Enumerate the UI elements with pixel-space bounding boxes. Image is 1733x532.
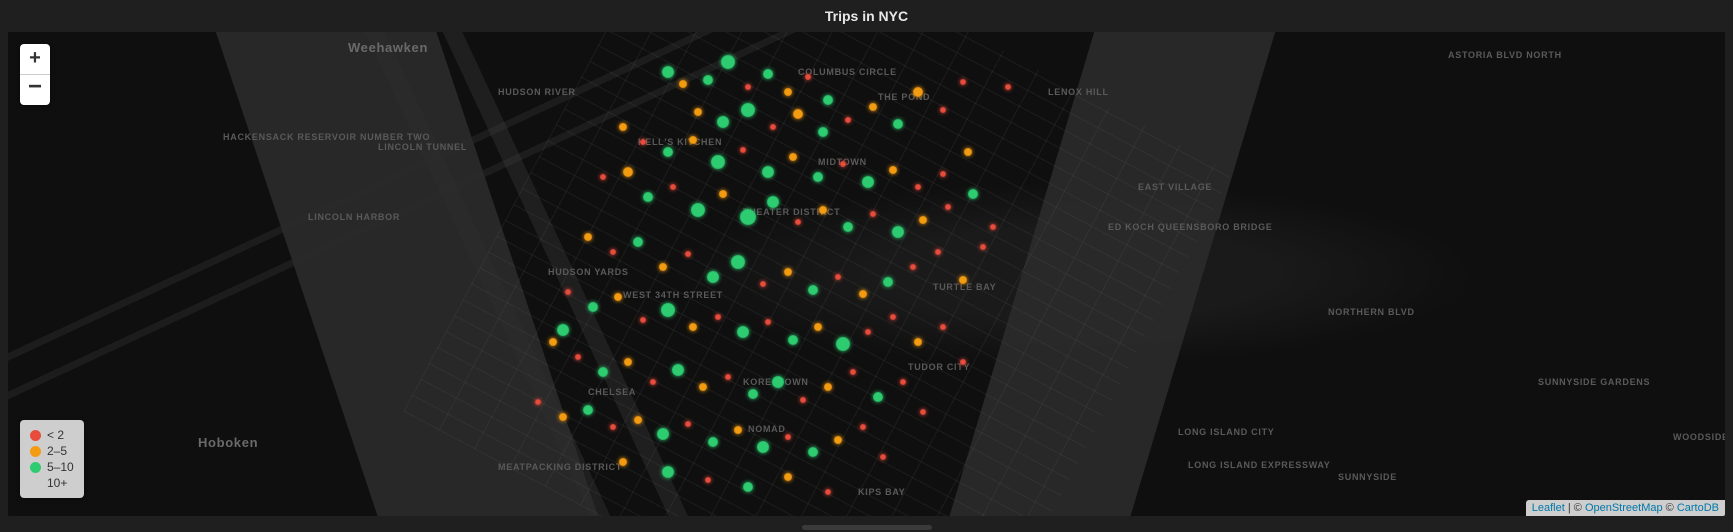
legend-row: 10+ [30, 475, 74, 491]
legend-swatch-none [30, 478, 41, 489]
legend-label: 2–5 [47, 443, 67, 459]
attribution-leaflet-link[interactable]: Leaflet [1532, 502, 1565, 514]
legend-row: 2–5 [30, 443, 74, 459]
attribution-osm-link[interactable]: OpenStreetMap [1585, 502, 1663, 514]
attribution-sep: © [1663, 502, 1677, 514]
map[interactable]: WeehawkenHobokenHackensack Reservoir Num… [8, 32, 1725, 516]
legend-label: < 2 [47, 427, 64, 443]
legend: < 2 2–5 5–10 10+ [20, 420, 84, 498]
legend-row: < 2 [30, 427, 74, 443]
attribution-carto-link[interactable]: CartoDB [1677, 502, 1719, 514]
horizontal-scroll-handle[interactable] [802, 525, 932, 530]
legend-label: 5–10 [47, 459, 74, 475]
map-attribution: Leaflet | © OpenStreetMap © CartoDB [1526, 500, 1725, 516]
attribution-sep: | © [1565, 502, 1585, 514]
legend-row: 5–10 [30, 459, 74, 475]
legend-swatch-red [30, 430, 41, 441]
legend-label: 10+ [47, 475, 67, 491]
legend-swatch-green [30, 462, 41, 473]
map-panel: Trips in NYC WeehawkenHobokenHackensack … [0, 0, 1733, 532]
legend-swatch-orange [30, 446, 41, 457]
zoom-in-button[interactable]: + [20, 44, 50, 74]
zoom-out-button[interactable]: − [20, 74, 50, 105]
zoom-control: + − [20, 44, 50, 105]
panel-title: Trips in NYC [8, 0, 1725, 32]
